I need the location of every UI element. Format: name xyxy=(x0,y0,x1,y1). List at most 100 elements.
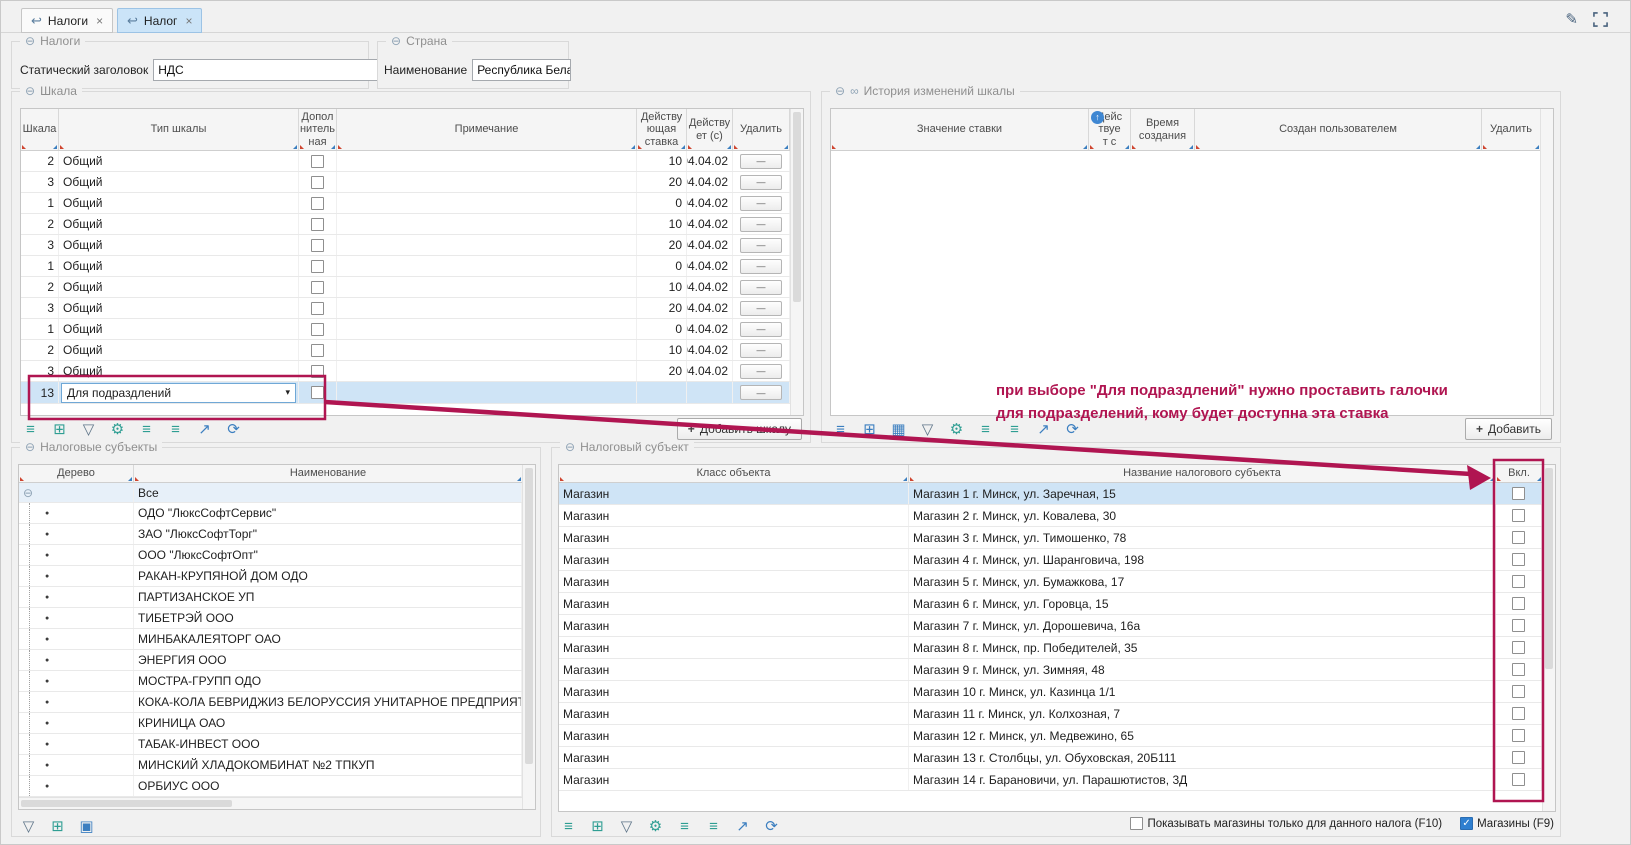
scale-row[interactable]: 3Общий2004.04.02— xyxy=(21,361,790,382)
tab-taxes[interactable]: ↩ Налоги × xyxy=(21,8,113,33)
delete-row-button[interactable]: — xyxy=(740,154,782,169)
add-history-button[interactable]: + Добавить xyxy=(1465,418,1552,440)
grid-icon[interactable]: ⊞ xyxy=(589,819,606,834)
additional-checkbox[interactable] xyxy=(311,386,324,399)
include-checkbox[interactable] xyxy=(1512,531,1525,544)
subject-row[interactable]: МагазинМагазин 2 г. Минск, ул. Ковалева,… xyxy=(559,505,1542,527)
tree-row[interactable]: ●РАКАН-КРУПЯНОЙ ДОМ ОДО xyxy=(19,566,522,587)
additional-checkbox[interactable] xyxy=(311,260,324,273)
grid-icon[interactable]: ⊞ xyxy=(51,422,68,437)
tree-row[interactable]: ●МИНБАКАЛЕЯТОРГ ОАО xyxy=(19,629,522,650)
collapse-icon[interactable]: ⊖ xyxy=(25,34,35,48)
delete-row-button[interactable]: — xyxy=(740,301,782,316)
shops-checkbox[interactable]: ✓ xyxy=(1460,817,1473,830)
subject-row[interactable]: МагазинМагазин 5 г. Минск, ул. Бумажкова… xyxy=(559,571,1542,593)
tree-row[interactable]: ●ОРБИУС ООО xyxy=(19,776,522,797)
export-icon[interactable]: ↗ xyxy=(196,422,213,437)
subject-row[interactable]: МагазинМагазин 6 г. Минск, ул. Горовца, … xyxy=(559,593,1542,615)
delete-row-button[interactable]: — xyxy=(740,280,782,295)
refresh-icon[interactable]: ⟳ xyxy=(763,819,780,834)
scale-row[interactable]: 2Общий1004.04.02— xyxy=(21,340,790,361)
include-checkbox[interactable] xyxy=(1512,619,1525,632)
scale-row[interactable]: 3Общий2004.04.02— xyxy=(21,235,790,256)
scale-row[interactable]: 3Общий2004.04.02— xyxy=(21,172,790,193)
additional-checkbox[interactable] xyxy=(311,281,324,294)
add-list-icon[interactable]: ≡ xyxy=(1006,422,1023,437)
copy-icon[interactable]: ▣ xyxy=(78,819,95,834)
delete-row-button[interactable]: — xyxy=(740,364,782,379)
additional-checkbox[interactable] xyxy=(311,302,324,315)
include-checkbox[interactable] xyxy=(1512,707,1525,720)
include-checkbox[interactable] xyxy=(1512,575,1525,588)
row-list-icon[interactable]: ≡ xyxy=(560,819,577,834)
delete-row-button[interactable]: — xyxy=(740,322,782,337)
edit-icon[interactable]: ✎ xyxy=(1565,10,1578,28)
scrollbar-thumb[interactable] xyxy=(1545,468,1553,669)
numbered-list-icon[interactable]: ≡ xyxy=(676,819,693,834)
tree-row[interactable]: ●КРИНИЦА ОАО xyxy=(19,713,522,734)
close-icon[interactable]: × xyxy=(96,14,103,28)
add-icon[interactable]: ⊞ xyxy=(49,819,66,834)
close-icon[interactable]: × xyxy=(185,14,192,28)
additional-checkbox[interactable] xyxy=(311,239,324,252)
include-checkbox[interactable] xyxy=(1512,773,1525,786)
tree-row[interactable]: ●ПАРТИЗАНСКОЕ УП xyxy=(19,587,522,608)
scale-row[interactable]: 1Общий004.04.02— xyxy=(21,256,790,277)
subject-row[interactable]: МагазинМагазин 9 г. Минск, ул. Зимняя, 4… xyxy=(559,659,1542,681)
col-active-from[interactable]: Действу ет (с) xyxy=(687,109,733,150)
grid-icon[interactable]: ⊞ xyxy=(861,422,878,437)
col-scale[interactable]: Шкала xyxy=(21,109,59,150)
refresh-icon[interactable]: ⟳ xyxy=(1064,422,1081,437)
col-name[interactable]: Наименование xyxy=(134,465,522,482)
subject-row[interactable]: МагазинМагазин 8 г. Минск, пр. Победител… xyxy=(559,637,1542,659)
tree-row[interactable]: ●КОКА-КОЛА БЕВРИДЖИЗ БЕЛОРУССИЯ УНИТАРНО… xyxy=(19,692,522,713)
show-only-checkbox[interactable] xyxy=(1130,817,1143,830)
include-checkbox[interactable] xyxy=(1512,641,1525,654)
export-icon[interactable]: ↗ xyxy=(734,819,751,834)
collapse-icon[interactable]: ⊖ xyxy=(835,84,845,98)
delete-row-button[interactable]: — xyxy=(740,238,782,253)
scale-row[interactable]: 2Общий1004.04.02— xyxy=(21,214,790,235)
include-checkbox[interactable] xyxy=(1512,509,1525,522)
delete-row-button[interactable]: — xyxy=(740,259,782,274)
scale-row[interactable]: 1Общий004.04.02— xyxy=(21,319,790,340)
delete-row-button[interactable]: — xyxy=(740,175,782,190)
tree-row[interactable]: ●ТИБЕТРЭЙ ООО xyxy=(19,608,522,629)
collapse-icon[interactable]: ⊖ xyxy=(25,84,35,98)
additional-checkbox[interactable] xyxy=(311,218,324,231)
vertical-scrollbar[interactable] xyxy=(1540,109,1553,415)
tree-row[interactable]: ●ТАБАК-ИНВЕСТ ООО xyxy=(19,734,522,755)
filter-icon[interactable]: ▽ xyxy=(80,422,97,437)
add-list-icon[interactable]: ≡ xyxy=(167,422,184,437)
scale-row[interactable]: 3Общий2004.04.02— xyxy=(21,298,790,319)
delete-row-button[interactable]: — xyxy=(740,385,782,400)
export-icon[interactable]: ↗ xyxy=(1035,422,1052,437)
subject-row[interactable]: МагазинМагазин 10 г. Минск, ул. Казинца … xyxy=(559,681,1542,703)
col-additional[interactable]: Допол нитель ная xyxy=(299,109,337,150)
include-checkbox[interactable] xyxy=(1512,553,1525,566)
row-list-icon[interactable]: ≡ xyxy=(832,422,849,437)
tree-root-row[interactable]: ⊖ Все xyxy=(19,483,522,503)
tree-row[interactable]: ●ОДО "ЛюксСофтСервис" xyxy=(19,503,522,524)
subject-row[interactable]: МагазинМагазин 11 г. Минск, ул. Колхозна… xyxy=(559,703,1542,725)
filter-icon[interactable]: ▽ xyxy=(919,422,936,437)
scrollbar-thumb[interactable] xyxy=(525,468,533,764)
horizontal-scrollbar[interactable] xyxy=(19,797,522,809)
add-list-icon[interactable]: ≡ xyxy=(705,819,722,834)
gear-icon[interactable]: ⚙ xyxy=(948,422,965,437)
col-note[interactable]: Примечание xyxy=(337,109,637,150)
include-checkbox[interactable] xyxy=(1512,597,1525,610)
collapse-icon[interactable]: ⊖ xyxy=(391,34,401,48)
subject-row[interactable]: МагазинМагазин 1 г. Минск, ул. Заречная,… xyxy=(559,483,1542,505)
static-title-input[interactable]: НДС xyxy=(153,59,383,81)
col-tree[interactable]: Дерево xyxy=(19,465,134,482)
calendar-icon[interactable]: ▦ xyxy=(890,422,907,437)
scale-selected-row[interactable]: 13 Для подраздлений ▾ — xyxy=(21,382,790,404)
tree-row[interactable]: ●МИНСКИЙ ХЛАДОКОМБИНАТ №2 ТПКУП xyxy=(19,755,522,776)
add-scale-button[interactable]: + Добавить шкалу xyxy=(677,418,802,440)
filter-icon[interactable]: ▽ xyxy=(20,819,37,834)
col-created-time[interactable]: Время создания xyxy=(1131,109,1195,150)
include-checkbox[interactable] xyxy=(1512,751,1525,764)
subject-row[interactable]: МагазинМагазин 13 г. Столбцы, ул. Обухов… xyxy=(559,747,1542,769)
col-object-class[interactable]: Класс объекта xyxy=(559,465,909,482)
